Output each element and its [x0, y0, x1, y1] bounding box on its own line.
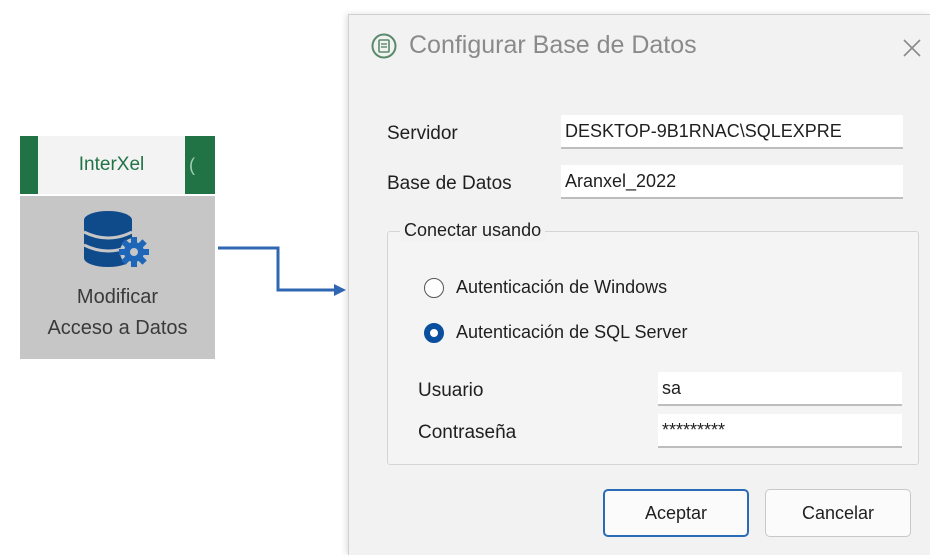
close-icon[interactable] — [897, 33, 927, 63]
usuario-input[interactable]: sa — [658, 372, 902, 406]
connect-using-legend: Conectar usando — [400, 220, 546, 241]
servidor-label: Servidor — [387, 123, 458, 144]
usuario-label: Usuario — [418, 380, 484, 401]
radio-windows-auth[interactable]: Autenticación de Windows — [424, 277, 667, 298]
connect-using-group: Conectar usando Autenticación de Windows… — [387, 220, 919, 465]
radio-sql-auth[interactable]: Autenticación de SQL Server — [424, 322, 687, 343]
servidor-input[interactable]: DESKTOP-9B1RNAC\SQLEXPRE — [561, 115, 903, 149]
dialog-title-bar: Configurar Base de Datos — [349, 15, 930, 79]
password-input[interactable]: ********* — [658, 414, 902, 448]
radio-sql-auth-circle[interactable] — [424, 322, 444, 343]
app-icon — [371, 33, 397, 59]
radio-windows-auth-label: Autenticación de Windows — [456, 277, 668, 297]
base-de-datos-label: Base de Datos — [387, 173, 512, 194]
radio-sql-auth-label: Autenticación de SQL Server — [456, 322, 688, 342]
configure-database-dialog: Configurar Base de Datos Servidor DESKTO… — [348, 14, 930, 555]
cancel-button[interactable]: Cancelar — [765, 489, 911, 537]
radio-windows-auth-circle[interactable] — [424, 277, 444, 298]
dialog-title: Configurar Base de Datos — [409, 31, 697, 59]
password-label: Contraseña — [418, 422, 517, 443]
accept-button[interactable]: Aceptar — [603, 489, 749, 537]
base-de-datos-input[interactable]: Aranxel_2022 — [561, 165, 903, 199]
